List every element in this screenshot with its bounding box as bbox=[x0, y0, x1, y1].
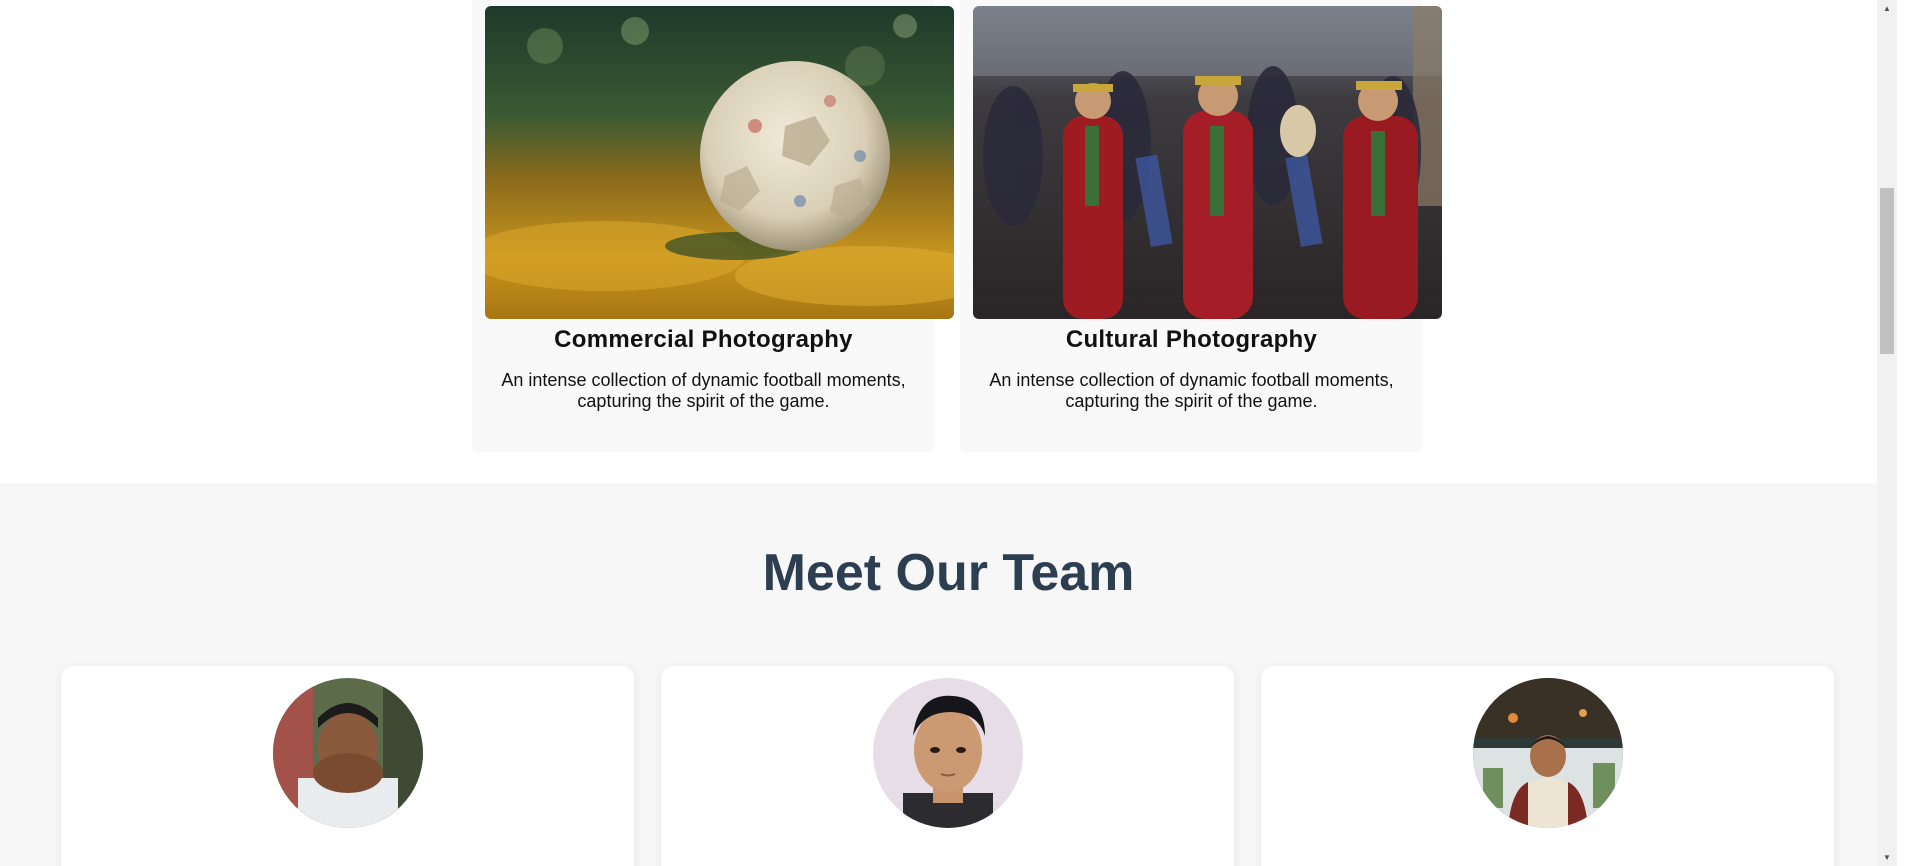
card-description: An intense collection of dynamic footbal… bbox=[501, 370, 906, 411]
portfolio-card-commercial[interactable]: Commercial Photography An intense collec… bbox=[472, 0, 954, 452]
portfolio-card-cultural[interactable]: Cultural Photography An intense collecti… bbox=[960, 0, 1442, 452]
scrollbar-thumb[interactable] bbox=[1880, 188, 1894, 354]
team-heading: Meet Our Team bbox=[762, 544, 1135, 602]
card-title: Commercial Photography bbox=[554, 326, 853, 353]
avatar bbox=[873, 678, 1023, 828]
scroll-up-arrow-icon[interactable]: ▲ bbox=[1877, 0, 1897, 17]
vertical-scrollbar[interactable]: ▲ ▼ bbox=[1877, 0, 1897, 866]
team-member-card[interactable] bbox=[661, 666, 1234, 866]
avatar bbox=[273, 678, 423, 828]
avatar bbox=[1473, 678, 1623, 828]
scroll-down-arrow-icon[interactable]: ▼ bbox=[1877, 849, 1897, 866]
team-section: Meet Our Team bbox=[0, 483, 1897, 866]
portfolio-section: Commercial Photography An intense collec… bbox=[0, 0, 1897, 483]
cultural-dance-photo[interactable] bbox=[973, 6, 1442, 319]
page: Commercial Photography An intense collec… bbox=[0, 0, 1897, 866]
football-photo[interactable] bbox=[485, 6, 954, 319]
team-member-card[interactable] bbox=[1261, 666, 1834, 866]
card-title: Cultural Photography bbox=[1065, 326, 1318, 353]
card-description: An intense collection of dynamic footbal… bbox=[989, 370, 1394, 411]
team-member-card[interactable] bbox=[61, 666, 634, 866]
